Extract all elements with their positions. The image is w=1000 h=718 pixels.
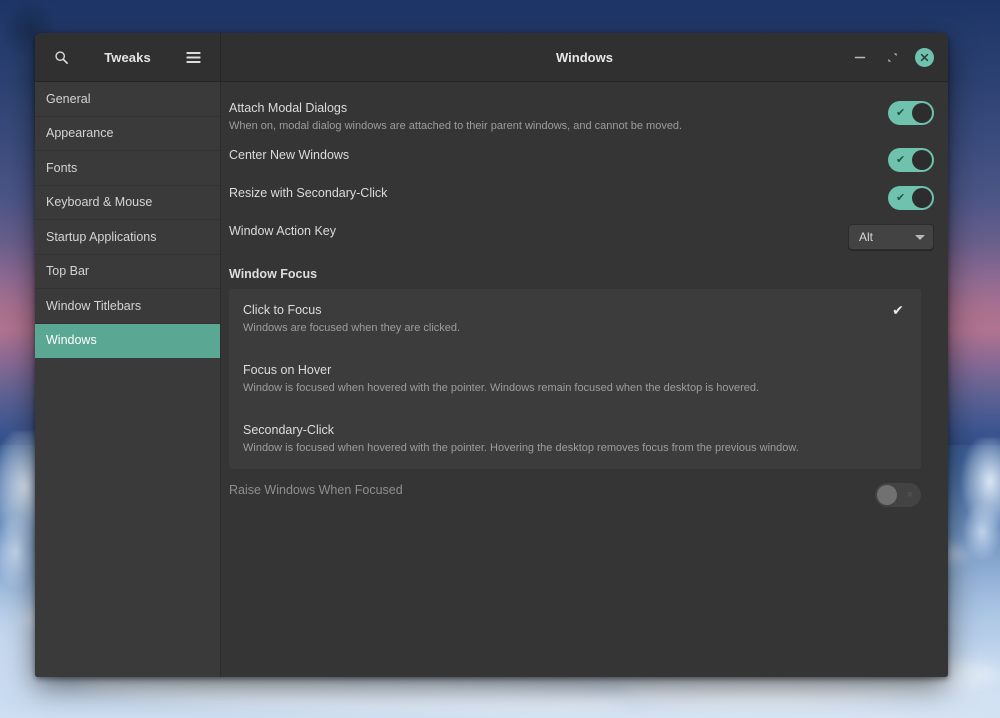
focus-option-title: Secondary-Click <box>243 423 335 437</box>
focus-option-subtitle: Window is focused when hovered with the … <box>243 442 799 454</box>
preference-control: ✔ <box>872 185 934 210</box>
sidebar-item-fonts[interactable]: Fonts <box>35 151 220 186</box>
sidebar-item-label: Appearance <box>46 126 114 141</box>
checkmark-icon: ✔ <box>892 302 904 318</box>
focus-option-secondary-click-focus[interactable]: Secondary-Click Window is focused when ho… <box>229 409 921 469</box>
toggle-knob <box>912 188 932 208</box>
sidebar-item-label: Windows <box>46 333 97 348</box>
preference-texts: Resize with Secondary-Click <box>229 185 872 202</box>
sidebar-header: Tweaks <box>35 33 221 81</box>
preference-title: Center New Windows <box>229 148 350 162</box>
focus-option-texts: Click to Focus Windows are focused when t… <box>243 302 889 336</box>
preference-row-raise-windows-when-focused: Raise Windows When Focused × <box>229 469 934 514</box>
sidebar-item-general[interactable]: General <box>35 82 220 117</box>
focus-option-title: Focus on Hover <box>243 363 332 377</box>
sidebar-item-label: Window Titlebars <box>46 298 142 313</box>
toggle-attach-modal-dialogs[interactable]: ✔ <box>888 101 934 125</box>
close-button[interactable] <box>915 47 934 67</box>
sidebar-item-top-bar[interactable]: Top Bar <box>35 255 220 289</box>
toggle-raise-windows-when-focused[interactable]: × <box>875 483 921 507</box>
preference-title: Resize with Secondary-Click <box>229 186 388 200</box>
sidebar-item-appearance[interactable]: Appearance <box>35 117 220 151</box>
preference-texts: Window Action Key <box>229 223 832 240</box>
preference-title: Raise Windows When Focused <box>229 483 403 497</box>
preference-row-resize-with-secondary-click: Resize with Secondary-Click ✔ <box>229 179 934 217</box>
focus-option-texts: Secondary-Click Window is focused when ho… <box>243 422 889 456</box>
window-body: General Appearance Fonts Keyboard & Mouse St… <box>35 82 948 677</box>
preference-texts: Center New Windows <box>229 147 872 164</box>
sidebar-item-label: General <box>46 91 91 106</box>
toggle-check-glyph: ✔ <box>896 153 906 166</box>
preference-row-center-new-windows: Center New Windows ✔ <box>229 141 934 179</box>
preference-control: ✔ <box>872 100 934 125</box>
toggle-off-glyph: × <box>906 488 913 501</box>
sidebar-item-label: Startup Applications <box>46 229 157 244</box>
tweaks-window: Tweaks Windows General Appearance Fonts … <box>35 33 948 677</box>
sidebar-item-label: Fonts <box>46 160 78 175</box>
toggle-center-new-windows[interactable]: ✔ <box>888 148 934 172</box>
focus-option-texts: Focus on Hover Window is focused when hov… <box>243 362 889 396</box>
hamburger-menu-icon[interactable] <box>181 44 207 70</box>
wallpaper-frosted-tree-right <box>950 437 1000 582</box>
focus-option-click-to-focus[interactable]: Click to Focus Windows are focused when t… <box>229 289 921 349</box>
preference-title: Attach Modal Dialogs <box>229 101 348 115</box>
toggle-knob <box>877 485 897 505</box>
toggle-knob <box>912 150 932 170</box>
sidebar-item-window-titlebars[interactable]: Window Titlebars <box>35 289 220 324</box>
sidebar-item-startup-applications[interactable]: Startup Applications <box>35 220 220 255</box>
toggle-check-glyph: ✔ <box>896 106 906 119</box>
toggle-resize-with-secondary-click[interactable]: ✔ <box>888 186 934 210</box>
app-title: Tweaks <box>104 49 151 65</box>
preference-control: ✔ <box>872 147 934 172</box>
preference-row-window-action-key: Window Action Key Alt <box>229 217 934 257</box>
section-heading-window-focus: Window Focus <box>229 267 318 281</box>
minimize-button[interactable] <box>851 48 869 66</box>
window-controls <box>851 47 934 67</box>
content-header: Windows <box>221 33 948 81</box>
sidebar: General Appearance Fonts Keyboard & Mouse St… <box>35 82 221 677</box>
sidebar-item-label: Top Bar <box>46 264 90 279</box>
sidebar-item-keyboard-mouse[interactable]: Keyboard & Mouse <box>35 186 220 220</box>
sidebar-item-label: Keyboard & Mouse <box>46 195 153 210</box>
window-focus-option-list: Click to Focus Windows are focused when t… <box>229 289 921 469</box>
toggle-knob <box>912 103 932 123</box>
sidebar-item-windows[interactable]: Windows <box>35 323 220 358</box>
preference-subtitle: When on, modal dialog windows are attach… <box>229 120 683 132</box>
focus-option-title: Click to Focus <box>243 303 322 317</box>
dropdown-value: Alt <box>859 230 874 244</box>
page-title: Windows <box>556 49 613 65</box>
focus-option-subtitle: Window is focused when hovered with the … <box>243 382 760 394</box>
dropdown-window-action-key[interactable]: Alt <box>848 224 934 250</box>
search-icon[interactable] <box>48 44 74 70</box>
preference-title: Window Action Key <box>229 224 336 238</box>
focus-option-focus-on-hover[interactable]: Focus on Hover Window is focused when hov… <box>229 349 921 409</box>
chevron-down-icon <box>915 234 925 240</box>
focus-option-subtitle: Windows are focused when they are clicke… <box>243 322 461 334</box>
preference-texts: Attach Modal Dialogs When on, modal dialo… <box>229 100 872 134</box>
maximize-button[interactable] <box>883 48 901 66</box>
preference-list: Attach Modal Dialogs When on, modal dialo… <box>229 94 934 257</box>
toggle-check-glyph: ✔ <box>896 191 906 204</box>
settings-content: Attach Modal Dialogs When on, modal dialo… <box>221 82 948 677</box>
preference-control: Alt <box>832 223 934 250</box>
preference-row-attach-modal-dialogs: Attach Modal Dialogs When on, modal dialo… <box>229 94 934 141</box>
header-bar: Tweaks Windows <box>35 33 948 82</box>
